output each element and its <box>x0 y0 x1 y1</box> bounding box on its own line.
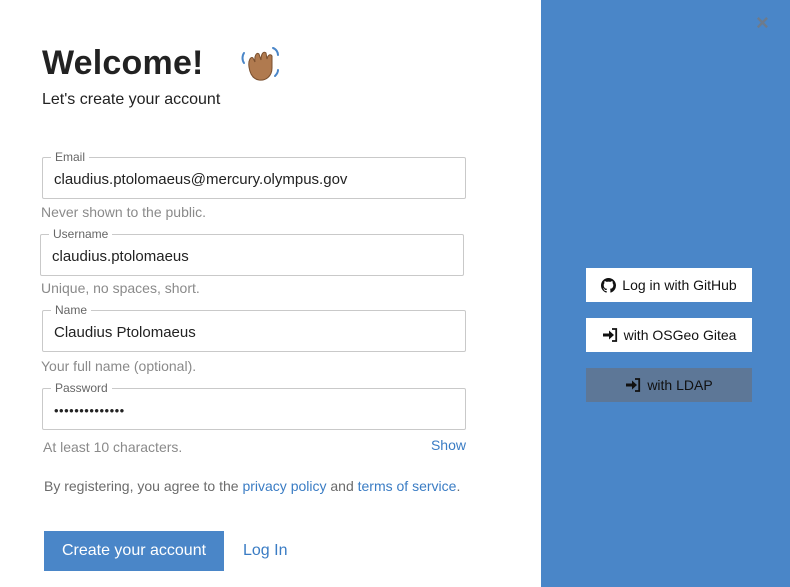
agreement-text: By registering, you agree to the privacy… <box>44 476 464 497</box>
close-icon[interactable]: × <box>756 12 769 34</box>
sign-in-icon <box>602 328 617 342</box>
signup-panel: Welcome! Let's create your account Email… <box>0 0 541 587</box>
password-input[interactable] <box>43 389 465 429</box>
password-field[interactable]: Password <box>42 381 466 430</box>
waving-hand-icon <box>241 47 279 81</box>
agreement-suffix: . <box>456 478 461 494</box>
github-login-label: Log in with GitHub <box>622 277 737 293</box>
ldap-login-button[interactable]: with LDAP <box>586 368 752 402</box>
email-field[interactable]: Email <box>42 150 466 199</box>
privacy-policy-link[interactable]: privacy policy <box>242 478 326 494</box>
github-icon <box>601 277 617 293</box>
osgeo-gitea-login-label: with OSGeo Gitea <box>623 327 737 343</box>
agreement-prefix: By registering, you agree to the <box>44 478 243 494</box>
create-account-button[interactable]: Create your account <box>44 531 224 571</box>
agreement-middle: and <box>326 478 358 494</box>
name-input[interactable] <box>43 311 465 351</box>
login-link[interactable]: Log In <box>243 542 287 560</box>
github-login-button[interactable]: Log in with GitHub <box>586 268 752 302</box>
name-field[interactable]: Name <box>42 303 466 352</box>
osgeo-gitea-login-button[interactable]: with OSGeo Gitea <box>586 318 752 352</box>
page-title: Welcome! <box>42 43 204 82</box>
username-field[interactable]: Username <box>40 227 464 276</box>
ldap-login-label: with LDAP <box>647 377 713 393</box>
name-hint: Your full name (optional). <box>41 358 197 374</box>
email-hint: Never shown to the public. <box>41 204 206 220</box>
email-input[interactable] <box>43 158 465 198</box>
terms-of-service-link[interactable]: terms of service <box>358 478 457 494</box>
sign-in-icon <box>626 378 641 392</box>
password-hint: At least 10 characters. <box>43 439 183 455</box>
page-subtitle: Let's create your account <box>42 91 221 108</box>
title-row: Welcome! <box>42 42 280 84</box>
username-input[interactable] <box>41 235 463 275</box>
show-password-link[interactable]: Show <box>431 437 466 453</box>
username-hint: Unique, no spaces, short. <box>41 280 200 296</box>
